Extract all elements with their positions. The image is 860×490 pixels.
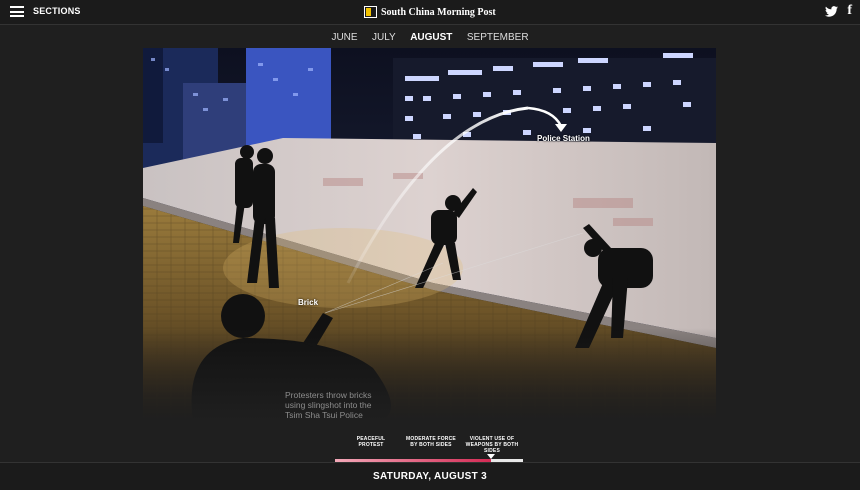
- social-links: f: [825, 4, 852, 18]
- month-tab-august[interactable]: AUGUST: [405, 24, 457, 51]
- top-bar: SECTIONS South China Morning Post f: [0, 0, 860, 25]
- stage-moderate-force: MODERATE FORCE BY BOTH SIDES: [406, 436, 456, 448]
- month-nav: JUNE JULY AUGUST SEPTEMBER: [0, 24, 860, 48]
- brand-logo-icon: [364, 6, 377, 18]
- hamburger-icon[interactable]: [10, 6, 24, 17]
- scene-photo: [143, 48, 716, 420]
- month-tab-july[interactable]: JULY: [367, 24, 401, 51]
- stage-peaceful-protest: PEACEFUL PROTEST: [356, 436, 386, 448]
- month-tab-september[interactable]: SEPTEMBER: [462, 24, 534, 51]
- scene-illustration: [143, 48, 716, 420]
- twitter-icon[interactable]: [825, 5, 839, 17]
- brand-logo[interactable]: South China Morning Post: [364, 5, 496, 19]
- stage-violent-weapons: VIOLENT USE OF WEAPONS BY BOTH SIDES: [465, 436, 519, 454]
- current-date: SATURDAY, AUGUST 3: [373, 471, 487, 482]
- escalation-timeline[interactable]: PEACEFUL PROTEST MODERATE FORCE BY BOTH …: [330, 436, 530, 462]
- date-bar: SATURDAY, AUGUST 3: [0, 462, 860, 490]
- brand-name: South China Morning Post: [381, 6, 496, 18]
- police-station-label: Police Station: [537, 134, 590, 143]
- month-tab-june[interactable]: JUNE: [326, 24, 362, 51]
- photo-caption: Protesters throw bricks using slingshot …: [285, 390, 372, 420]
- facebook-icon[interactable]: f: [847, 4, 852, 18]
- sections-menu-label[interactable]: SECTIONS: [33, 6, 81, 16]
- brick-label: Brick: [298, 298, 319, 307]
